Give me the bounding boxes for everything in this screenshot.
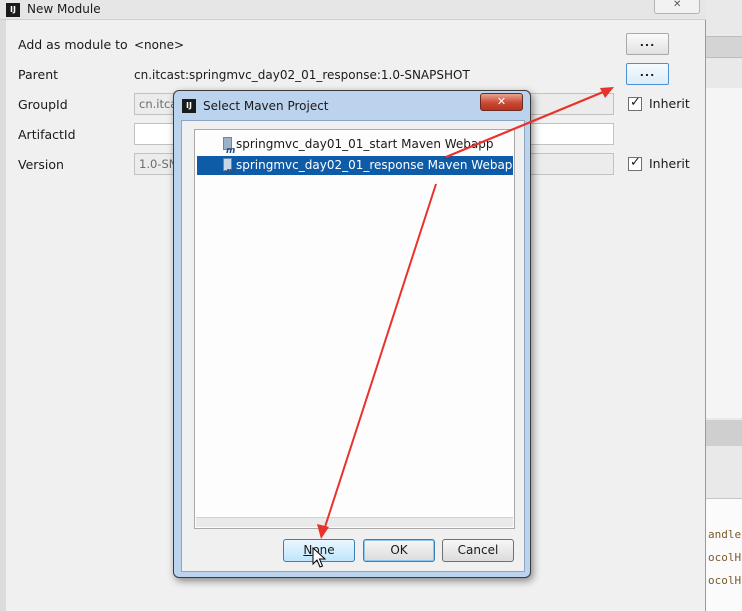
parent-value: cn.itcast:springmvc_day02_01_response:1.… xyxy=(134,68,470,82)
ide-code-line: ocolH xyxy=(708,551,742,564)
ide-panel-strip xyxy=(706,88,742,418)
maven-module-icon: m xyxy=(223,158,235,175)
add-as-module-label: Add as module to xyxy=(18,37,128,52)
groupid-inherit-label: Inherit xyxy=(649,96,690,111)
dialog-title-bar[interactable]: IJ Select Maven Project ✕ xyxy=(174,91,530,119)
version-inherit-label: Inherit xyxy=(649,156,690,171)
version-label: Version xyxy=(18,157,64,172)
version-inherit-checkbox[interactable] xyxy=(628,155,642,171)
window-close-button[interactable] xyxy=(654,0,700,14)
ok-button[interactable]: OK xyxy=(363,539,435,562)
select-maven-project-dialog: IJ Select Maven Project ✕ m springmvc_da… xyxy=(173,90,531,578)
background-ide-window xyxy=(706,0,742,611)
maven-module-icon: m xyxy=(223,137,235,154)
dialog-body: m springmvc_day01_01_start Maven Webapp … xyxy=(181,120,525,572)
dialog-close-button[interactable]: ✕ xyxy=(480,93,523,111)
list-item-label: springmvc_day01_01_start Maven Webapp xyxy=(236,137,494,151)
parent-browse-button[interactable]: ... xyxy=(626,63,669,85)
list-item-springmvc-day02[interactable]: m springmvc_day02_01_response Maven Weba… xyxy=(197,156,513,175)
intellij-icon: IJ xyxy=(182,99,196,113)
ide-code-line: andle xyxy=(708,528,742,541)
maven-project-list[interactable]: m springmvc_day01_01_start Maven Webapp … xyxy=(194,129,515,529)
list-item-label: springmvc_day02_01_response Maven Webapp xyxy=(236,158,513,172)
artifactid-label: ArtifactId xyxy=(18,127,76,142)
ide-code-line: ocolH xyxy=(708,574,742,587)
groupid-inherit-checkbox[interactable] xyxy=(628,95,642,111)
window-title-bar[interactable]: IJ New Module xyxy=(0,0,706,20)
window-left-edge xyxy=(0,20,6,611)
groupid-label: GroupId xyxy=(18,97,68,112)
mouse-cursor-icon xyxy=(312,547,326,568)
dialog-title: Select Maven Project xyxy=(203,99,329,113)
ide-tab-strip xyxy=(706,420,742,446)
intellij-icon: IJ xyxy=(6,3,20,17)
parent-label: Parent xyxy=(18,67,59,82)
add-as-module-value: <none> xyxy=(134,38,185,52)
window-title: New Module xyxy=(27,2,101,16)
ide-toolbar-strip xyxy=(706,36,742,58)
cancel-button[interactable]: Cancel xyxy=(442,539,514,562)
list-item-springmvc-day01[interactable]: m springmvc_day01_01_start Maven Webapp xyxy=(197,135,513,154)
list-horizontal-scrollbar[interactable] xyxy=(196,517,513,527)
add-as-module-browse-button[interactable]: ... xyxy=(626,33,669,55)
